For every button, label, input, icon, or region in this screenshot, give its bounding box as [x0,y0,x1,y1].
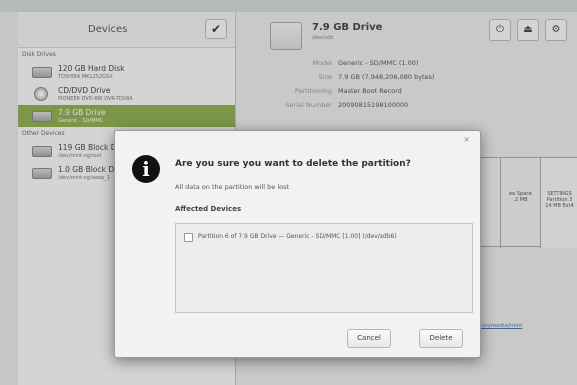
cancel-button[interactable]: Cancel [347,329,391,348]
disks-window: Devices ✔ Disk Drives 120 GB Hard Disk T… [0,0,577,385]
info-icon: i [132,155,160,183]
dialog-heading: Are you sure you want to delete the part… [175,159,411,169]
affected-devices-label: Affected Devices [175,205,242,213]
checkbox[interactable] [184,233,193,242]
delete-partition-dialog: × i Are you sure you want to delete the … [114,130,481,358]
dialog-message: All data on the partition will be lost [175,183,290,191]
affected-devices-list: Partition 6 of 7.9 GB Drive — Generic - … [175,223,473,313]
affected-device-label: Partition 6 of 7.9 GB Drive — Generic - … [198,233,397,240]
close-icon[interactable]: × [463,135,470,144]
delete-button[interactable]: Delete [419,329,463,348]
list-item[interactable]: Partition 6 of 7.9 GB Drive — Generic - … [182,231,466,245]
